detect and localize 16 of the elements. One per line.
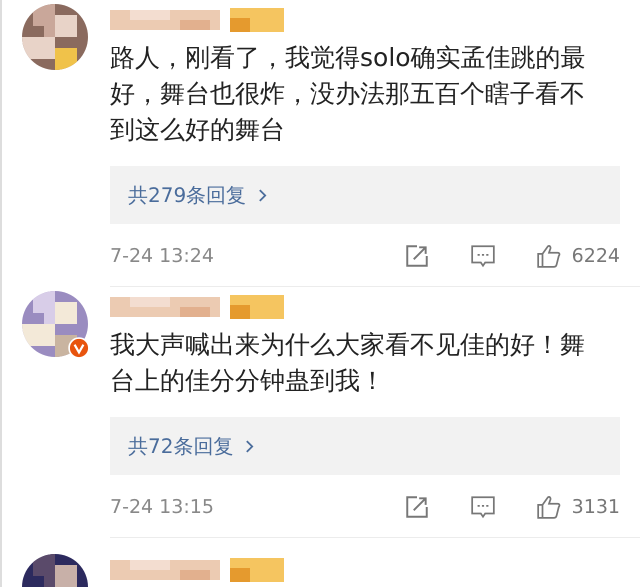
comment-icon[interactable] bbox=[470, 243, 496, 269]
chevron-right-icon bbox=[245, 438, 254, 454]
share-icon[interactable] bbox=[404, 243, 430, 269]
comment-icon[interactable] bbox=[470, 494, 496, 520]
comment-text: 我大声喊出来为什么大家看不见佳的好！舞台上的佳分分钟蛊到我！ bbox=[110, 329, 586, 397]
share-icon[interactable] bbox=[404, 494, 430, 520]
comment-text: 路人，刚看了，我觉得solo确实孟佳跳的最好，舞台也很炸，没办法那五百个瞎子看不到这么好的舞台 bbox=[110, 42, 587, 146]
comment-time: 7-24 13:24 bbox=[110, 245, 214, 267]
replies-link[interactable]: 共279条回复 bbox=[110, 166, 620, 224]
like-count: 6224 bbox=[572, 245, 620, 267]
thumbs-up-icon[interactable] bbox=[536, 494, 562, 520]
chevron-right-icon bbox=[258, 188, 268, 202]
like-count: 3131 bbox=[572, 496, 620, 518]
replies-link[interactable]: 共72条回复 bbox=[110, 417, 620, 475]
comment-time: 7-24 13:15 bbox=[110, 496, 214, 518]
thumbs-up-icon[interactable] bbox=[536, 243, 562, 269]
